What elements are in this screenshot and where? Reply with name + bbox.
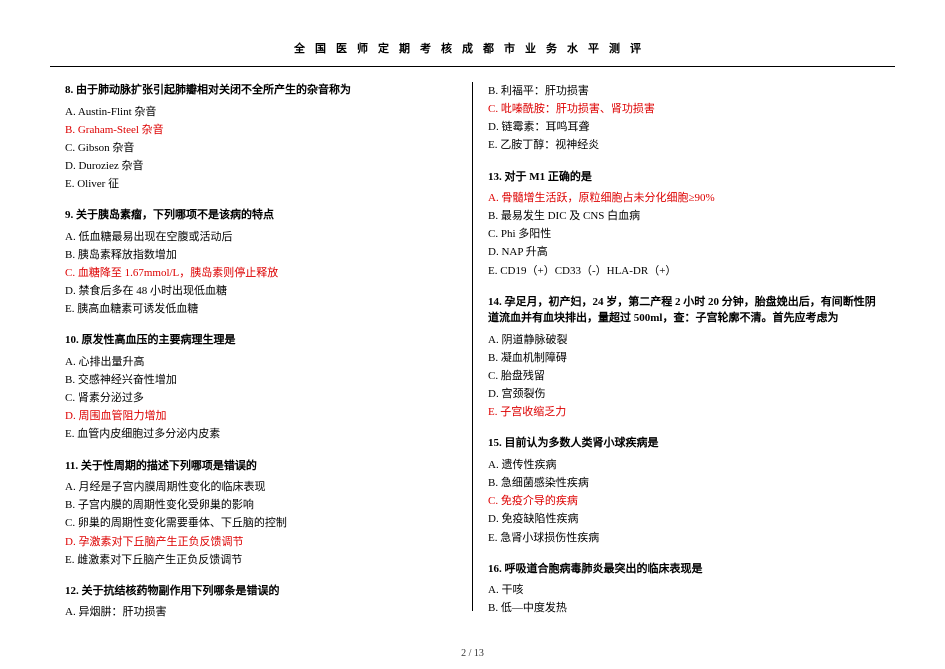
question-option: B. Graham-Steel 杂音 [65,121,457,139]
question-option: D. 孕激素对下丘脑产生正负反馈调节 [65,533,457,551]
question-block: 14. 孕足月，初产妇，24 岁，第二产程 2 小时 20 分钟，胎盘娩出后，有… [488,294,880,422]
content-area: 8. 由于肺动脉扩张引起肺瓣相对关闭不全所产生的杂音称为 A. Austin-Fl… [50,82,895,611]
question-block: B. 利福平：肝功损害C. 吡嗪酰胺：肝功损害、肾功损害D. 链霉素：耳鸣耳聋E… [488,82,880,155]
question-option: C. 胎盘残留 [488,367,880,385]
question-option: D. 链霉素：耳鸣耳聋 [488,118,880,136]
question-option: B. 凝血机制障碍 [488,349,880,367]
question-option: A. 骨髓增生活跃，原粒细胞占未分化细胞≥90% [488,189,880,207]
question-option: A. 月经是子宫内膜周期性变化的临床表现 [65,478,457,496]
question-option: B. 胰岛素释放指数增加 [65,246,457,264]
question-option: D. Duroziez 杂音 [65,157,457,175]
question-option: D. 周围血管阻力增加 [65,407,457,425]
page-number: 2 / 13 [0,648,945,659]
question-stem: 9. 关于胰岛素瘤，下列哪项不是该病的特点 [65,207,457,224]
question-stem: 16. 呼吸道合胞病毒肺炎最突出的临床表现是 [488,561,880,578]
question-option: D. 宫颈裂伤 [488,385,880,403]
question-option: B. 最易发生 DIC 及 CNS 白血病 [488,207,880,225]
question-block: 16. 呼吸道合胞病毒肺炎最突出的临床表现是 A. 干咳B. 低—中度发热 [488,561,880,618]
question-stem: 8. 由于肺动脉扩张引起肺瓣相对关闭不全所产生的杂音称为 [65,82,457,99]
question-option: C. 免疫介导的疾病 [488,492,880,510]
question-stem: 10. 原发性高血压的主要病理生理是 [65,332,457,349]
question-block: 10. 原发性高血压的主要病理生理是 A. 心排出量升高B. 交感神经兴奋性增加C… [65,332,457,443]
question-option: D. NAP 升高 [488,243,880,261]
left-column: 8. 由于肺动脉扩张引起肺瓣相对关闭不全所产生的杂音称为 A. Austin-Fl… [50,82,473,611]
right-column: B. 利福平：肝功损害C. 吡嗪酰胺：肝功损害、肾功损害D. 链霉素：耳鸣耳聋E… [473,82,895,611]
question-option: E. 雌激素对下丘脑产生正负反馈调节 [65,551,457,569]
question-stem: 12. 关于抗结核药物副作用下列哪条是错误的 [65,583,457,600]
question-option: B. 急细菌感染性疾病 [488,474,880,492]
question-stem: 14. 孕足月，初产妇，24 岁，第二产程 2 小时 20 分钟，胎盘娩出后，有… [488,294,880,327]
question-option: B. 子宫内膜的周期性变化受卵巢的影响 [65,496,457,514]
question-stem: 11. 关于性周期的描述下列哪项是错误的 [65,458,457,475]
question-option: B. 低—中度发热 [488,599,880,617]
question-option: E. 子宫收缩乏力 [488,403,880,421]
question-option: E. 急肾小球损伤性疾病 [488,529,880,547]
question-stem: 13. 对于 M1 正确的是 [488,169,880,186]
question-option: C. 卵巢的周期性变化需要垂体、下丘脑的控制 [65,514,457,532]
question-option: B. 利福平：肝功损害 [488,82,880,100]
question-option: C. 肾素分泌过多 [65,389,457,407]
question-option: E. 胰高血糖素可诱发低血糖 [65,300,457,318]
question-option: A. 阴道静脉破裂 [488,331,880,349]
question-option: C. 血糖降至 1.67mmol/L，胰岛素则停止释放 [65,264,457,282]
page-header: 全国医师定期考核成都市业务水平测评 [50,40,895,67]
question-block: 8. 由于肺动脉扩张引起肺瓣相对关闭不全所产生的杂音称为 A. Austin-Fl… [65,82,457,193]
question-block: 13. 对于 M1 正确的是 A. 骨髓增生活跃，原粒细胞占未分化细胞≥90%B.… [488,169,880,280]
question-option: A. Austin-Flint 杂音 [65,103,457,121]
question-option: E. 血管内皮细胞过多分泌内皮素 [65,425,457,443]
question-option: E. Oliver 征 [65,175,457,193]
question-option: A. 低血糖最易出现在空腹或活动后 [65,228,457,246]
question-block: 11. 关于性周期的描述下列哪项是错误的 A. 月经是子宫内膜周期性变化的临床表现… [65,458,457,569]
question-option: D. 免疫缺陷性疾病 [488,510,880,528]
question-option: E. CD19（+）CD33（-）HLA-DR（+） [488,262,880,280]
question-option: E. 乙胺丁醇：视神经炎 [488,136,880,154]
question-option: A. 干咳 [488,581,880,599]
question-block: 15. 目前认为多数人类肾小球疾病是 A. 遗传性疾病B. 急细菌感染性疾病C. … [488,435,880,546]
question-option: C. Gibson 杂音 [65,139,457,157]
question-option: D. 禁食后多在 48 小时出现低血糖 [65,282,457,300]
question-option: A. 异烟肼：肝功损害 [65,603,457,621]
question-option: A. 心排出量升高 [65,353,457,371]
question-stem: 15. 目前认为多数人类肾小球疾病是 [488,435,880,452]
question-block: 12. 关于抗结核药物副作用下列哪条是错误的 A. 异烟肼：肝功损害 [65,583,457,622]
question-option: A. 遗传性疾病 [488,456,880,474]
question-option: C. 吡嗪酰胺：肝功损害、肾功损害 [488,100,880,118]
question-option: C. Phi 多阳性 [488,225,880,243]
question-block: 9. 关于胰岛素瘤，下列哪项不是该病的特点 A. 低血糖最易出现在空腹或活动后B.… [65,207,457,318]
question-option: B. 交感神经兴奋性增加 [65,371,457,389]
